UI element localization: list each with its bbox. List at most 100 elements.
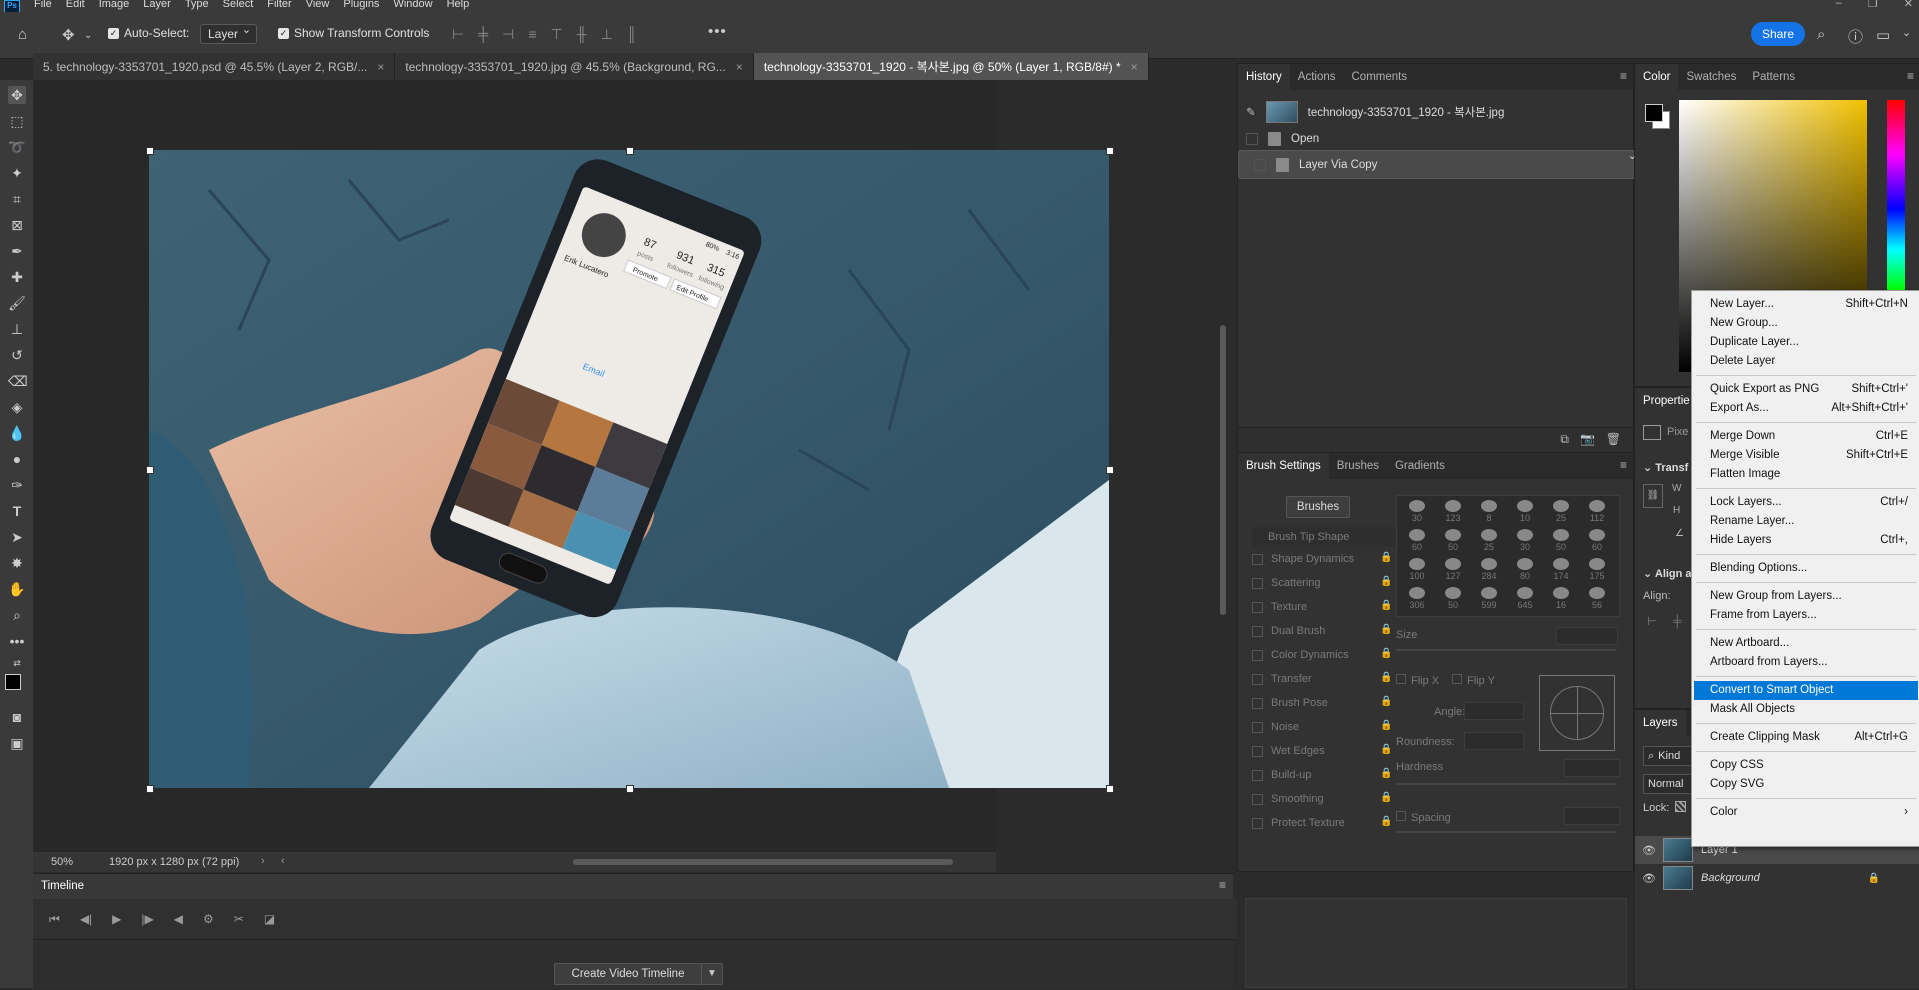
tab-history[interactable]: History: [1238, 64, 1290, 90]
paint-bucket-tool-icon[interactable]: ◈: [8, 398, 26, 416]
brush-option-checkbox[interactable]: [1252, 625, 1263, 637]
menu-item-new-artboard[interactable]: New Artboard...: [1694, 634, 1918, 653]
menu-item-duplicate-layer[interactable]: Duplicate Layer...: [1694, 333, 1918, 352]
create-video-timeline-button[interactable]: Create Video Timeline: [554, 963, 702, 985]
menu-item-mask-all-objects[interactable]: Mask All Objects: [1694, 700, 1918, 719]
brush-tip-preset[interactable]: 123: [1439, 500, 1467, 523]
menu-window[interactable]: Window: [393, 0, 432, 10]
flip-y-control[interactable]: Flip Y: [1452, 674, 1495, 687]
path-selection-tool-icon[interactable]: ➤: [8, 528, 26, 546]
tab-brush-settings[interactable]: Brush Settings: [1238, 453, 1329, 479]
brush-tip-preset[interactable]: 25: [1475, 529, 1503, 552]
trash-icon[interactable]: 🗑: [1606, 432, 1621, 446]
menu-item-quick-export-png[interactable]: Quick Export as PNG Shift+Ctrl+': [1694, 380, 1918, 399]
frame-tool-icon[interactable]: ⊠: [8, 216, 26, 234]
menu-item-lock-layers[interactable]: Lock Layers... Ctrl+/: [1694, 493, 1918, 512]
crop-tool-icon[interactable]: ⌗: [8, 190, 26, 208]
menu-item-hide-layers[interactable]: Hide Layers Ctrl+,: [1694, 531, 1918, 550]
create-video-timeline-dropdown[interactable]: ▼: [701, 963, 723, 985]
tab-patterns[interactable]: Patterns: [1744, 64, 1803, 90]
settings-gear-icon[interactable]: ⚙: [203, 912, 214, 926]
lock-icon[interactable]: 🔒: [1380, 720, 1392, 732]
show-transform-checkbox[interactable]: ✓: [278, 27, 289, 39]
help-icon[interactable]: ⓘ: [1848, 26, 1863, 47]
brush-tip-preset[interactable]: 25: [1547, 500, 1575, 523]
menu-item-merge-visible[interactable]: Merge Visible Shift+Ctrl+E: [1694, 446, 1918, 465]
hand-tool-icon[interactable]: ✋: [8, 580, 26, 598]
type-tool-icon[interactable]: T: [8, 502, 26, 520]
history-step[interactable]: Open: [1238, 127, 1616, 150]
brush-tip-preset[interactable]: 174: [1547, 558, 1575, 581]
timeline-title[interactable]: Timeline: [41, 880, 84, 892]
spacing-field[interactable]: [1564, 807, 1620, 825]
align-right-icon[interactable]: ⊣: [502, 26, 514, 43]
vertical-scroll-thumb[interactable]: [1220, 325, 1226, 615]
tab-brushes[interactable]: Brushes: [1329, 453, 1387, 479]
new-document-from-state-icon[interactable]: ⧉: [1560, 432, 1569, 447]
brush-tip-preset[interactable]: 284: [1475, 558, 1503, 581]
menu-file[interactable]: File: [34, 0, 52, 10]
split-scissors-icon[interactable]: ✂: [234, 912, 244, 926]
distribute-vertical-icon[interactable]: ║: [627, 26, 637, 43]
brush-angle-preview[interactable]: [1539, 675, 1615, 751]
swap-colors-icon[interactable]: ⇄: [8, 654, 26, 672]
menu-item-new-group[interactable]: New Group...: [1694, 314, 1918, 333]
canvas-horizontal-scrollbar[interactable]: [573, 859, 953, 865]
brush-option-color-dynamics[interactable]: Color Dynamics 🔒: [1252, 645, 1392, 665]
zoom-tool-icon[interactable]: ⌕: [8, 606, 26, 624]
menu-select[interactable]: Select: [223, 0, 254, 10]
quick-mask-icon[interactable]: ◙: [8, 708, 26, 726]
zoom-level[interactable]: 50%: [51, 856, 73, 868]
chevron-down-icon[interactable]: ⌄: [84, 30, 92, 41]
align-top-icon[interactable]: ⊤: [551, 26, 563, 43]
spacing-control[interactable]: Spacing: [1396, 811, 1451, 824]
clone-stamp-tool-icon[interactable]: ⊥: [8, 320, 26, 338]
size-slider[interactable]: [1396, 649, 1616, 651]
menu-item-rename-layer[interactable]: Rename Layer...: [1694, 512, 1918, 531]
lock-icon[interactable]: 🔒: [1380, 624, 1392, 636]
transform-handle-top-right[interactable]: [1106, 147, 1114, 155]
menu-filter[interactable]: Filter: [267, 0, 291, 10]
history-snapshot[interactable]: ✎ technology-3353701_1920 - 복사본.jpg: [1238, 100, 1616, 123]
transform-handle-bottom-right[interactable]: [1106, 785, 1114, 793]
brush-tip-preset[interactable]: 50: [1439, 587, 1467, 610]
lock-icon[interactable]: 🔒: [1380, 552, 1392, 564]
brush-option-wet-edges[interactable]: Wet Edges 🔒: [1252, 741, 1392, 761]
brush-option-build-up[interactable]: Build-up 🔒: [1252, 765, 1392, 785]
brush-option-checkbox[interactable]: [1252, 793, 1263, 805]
show-transform-controls-toggle[interactable]: ✓ Show Transform Controls: [278, 26, 429, 40]
screen-mode-icon[interactable]: ▣: [8, 734, 26, 752]
spacing-checkbox[interactable]: [1396, 811, 1406, 821]
menu-edit[interactable]: Edit: [66, 0, 85, 10]
menu-item-create-clipping-mask[interactable]: Create Clipping Mask Alt+Ctrl+G: [1694, 728, 1918, 747]
lock-icon[interactable]: 🔒: [1380, 744, 1392, 756]
brush-option-checkbox[interactable]: [1252, 817, 1263, 829]
brush-option-checkbox[interactable]: [1252, 601, 1263, 613]
align-left-edges-icon[interactable]: ⊢: [1647, 614, 1657, 628]
first-frame-icon[interactable]: ⏮: [49, 912, 60, 927]
brush-menu-icon[interactable]: ≡: [1620, 458, 1627, 472]
brush-tip-preset[interactable]: 645: [1511, 587, 1539, 610]
brush-tip-shape[interactable]: Brush Tip Shape: [1252, 527, 1406, 547]
spacing-slider[interactable]: [1396, 831, 1616, 833]
brush-option-checkbox[interactable]: [1252, 649, 1263, 661]
color-menu-icon[interactable]: ≡: [1907, 69, 1914, 83]
history-step-selected[interactable]: Layer Via Copy: [1238, 149, 1643, 179]
brush-tip-preset[interactable]: 50: [1547, 529, 1575, 552]
hardness-slider[interactable]: [1396, 783, 1616, 785]
align-horizontal-centers-icon[interactable]: ╪: [1673, 614, 1682, 628]
eyedropper-tool-icon[interactable]: ✒: [8, 242, 26, 260]
brush-tip-preset[interactable]: 30: [1511, 529, 1539, 552]
brush-tip-preset[interactable]: 50: [1439, 529, 1467, 552]
eye-icon[interactable]: 👁: [1635, 872, 1663, 885]
move-tool-icon[interactable]: ✥: [8, 86, 26, 104]
restore-icon[interactable]: ❐: [1868, 0, 1878, 10]
brush-tip-preset[interactable]: 30: [1403, 500, 1431, 523]
brush-option-brush-pose[interactable]: Brush Pose 🔒: [1252, 693, 1392, 713]
distribute-icon[interactable]: ≡: [528, 26, 536, 43]
brush-option-dual-brush[interactable]: Dual Brush 🔒: [1252, 621, 1392, 641]
lock-icon[interactable]: 🔒: [1380, 792, 1392, 804]
pen-tool-icon[interactable]: ✑: [8, 476, 26, 494]
brush-option-checkbox[interactable]: [1252, 577, 1263, 589]
tab-comments[interactable]: Comments: [1344, 64, 1416, 90]
